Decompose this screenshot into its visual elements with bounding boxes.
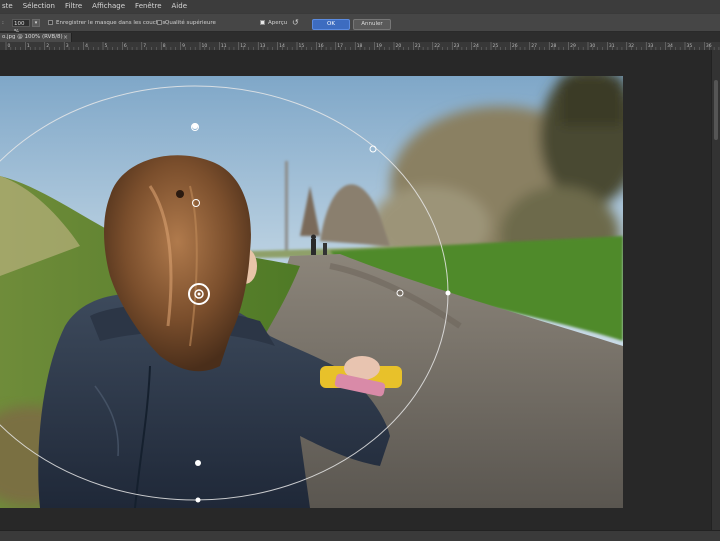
status-bar bbox=[0, 530, 720, 541]
ruler-ticks: 0 1 2 3 4 5 6 7 8 9 10 11 12 13 14 15 16 17 18 19 20 21 22 23 24… bbox=[5, 42, 720, 50]
ruler-label: 24 bbox=[473, 43, 479, 49]
ruler-label: 28 bbox=[551, 43, 557, 49]
menu-bar: ste Sélection Filtre Affichage Fenêtre A… bbox=[0, 0, 720, 13]
ruler-label: 21 bbox=[415, 43, 421, 49]
preview-label: Aperçu bbox=[268, 20, 288, 26]
iris-handle-right[interactable] bbox=[445, 290, 451, 296]
ruler-label: 25 bbox=[493, 43, 499, 49]
ruler-label: 2 bbox=[46, 43, 49, 49]
menu-item-fenetre[interactable]: Fenêtre bbox=[135, 0, 161, 13]
save-mask-checkbox[interactable] bbox=[48, 20, 53, 25]
document-canvas[interactable] bbox=[0, 76, 623, 508]
ruler-label: 14 bbox=[279, 43, 285, 49]
ok-button[interactable]: OK bbox=[312, 19, 350, 30]
ruler-label: 18 bbox=[357, 43, 363, 49]
ruler-label: 6 bbox=[124, 43, 127, 49]
close-tab-icon[interactable]: × bbox=[63, 33, 68, 42]
ruler-label: 29 bbox=[570, 43, 576, 49]
ruler-label: 17 bbox=[337, 43, 343, 49]
ruler-label: 8 bbox=[163, 43, 166, 49]
zoom-label: : bbox=[2, 20, 4, 26]
ruler-label: 3 bbox=[66, 43, 69, 49]
ruler-label: 31 bbox=[609, 43, 615, 49]
ruler-label: 32 bbox=[628, 43, 634, 49]
ruler-label: 19 bbox=[376, 43, 382, 49]
document-tab-bar: o.jpg @ 100% (RVB/8) × bbox=[0, 32, 720, 42]
ruler-label: 11 bbox=[221, 43, 227, 49]
ruler-label: 22 bbox=[434, 43, 440, 49]
menu-item-filtre[interactable]: Filtre bbox=[65, 0, 82, 13]
menu-item-selection[interactable]: Sélection bbox=[23, 0, 55, 13]
menu-item-aide[interactable]: Aide bbox=[172, 0, 187, 13]
ruler-label: 13 bbox=[260, 43, 266, 49]
ruler-label: 23 bbox=[454, 43, 460, 49]
ruler-label: 15 bbox=[299, 43, 305, 49]
ruler-label: 1 bbox=[27, 43, 30, 49]
ruler-label: 20 bbox=[396, 43, 402, 49]
ruler-label: 33 bbox=[648, 43, 654, 49]
scrollbar-thumb[interactable] bbox=[714, 80, 718, 140]
document-tab[interactable]: o.jpg @ 100% (RVB/8) × bbox=[0, 33, 72, 42]
preview-checkbox[interactable] bbox=[260, 20, 265, 25]
reset-pin-icon[interactable]: ↺ bbox=[292, 19, 300, 27]
save-mask-label: Enregistrer le masque dans les couches bbox=[56, 20, 166, 26]
ruler-label: 35 bbox=[687, 43, 693, 49]
vertical-scrollbar[interactable] bbox=[711, 50, 720, 530]
ruler-label: 16 bbox=[318, 43, 324, 49]
options-bar: : 100 % ▾ Enregistrer le masque dans les… bbox=[0, 13, 720, 35]
ruler-label: 30 bbox=[590, 43, 596, 49]
ruler-label: 10 bbox=[202, 43, 208, 49]
high-quality-label: Qualité supérieure bbox=[165, 20, 216, 26]
zoom-field[interactable]: 100 % bbox=[12, 19, 30, 35]
ruler-label: 12 bbox=[240, 43, 246, 49]
high-quality-checkbox[interactable] bbox=[157, 20, 162, 25]
ruler-label: 4 bbox=[85, 43, 88, 49]
ruler-label: 5 bbox=[105, 43, 108, 49]
ruler-label: 36 bbox=[706, 43, 712, 49]
ruler-label: 0 bbox=[8, 43, 11, 49]
ruler-label: 26 bbox=[512, 43, 518, 49]
iris-feather-handle-bottom[interactable] bbox=[195, 460, 201, 466]
ruler-label: 9 bbox=[182, 43, 185, 49]
menu-item-affichage[interactable]: Affichage bbox=[92, 0, 125, 13]
zoom-dropdown-icon[interactable]: ▾ bbox=[32, 19, 40, 27]
ruler-label: 7 bbox=[143, 43, 146, 49]
ruler-label: 27 bbox=[531, 43, 537, 49]
cancel-button[interactable]: Annuler bbox=[353, 19, 391, 30]
document-tab-title: o.jpg @ 100% (RVB/8) bbox=[2, 34, 63, 40]
ruler-label: 34 bbox=[667, 43, 673, 49]
menu-item-edition[interactable]: ste bbox=[2, 0, 13, 13]
iris-handle-bottom[interactable] bbox=[195, 497, 201, 503]
